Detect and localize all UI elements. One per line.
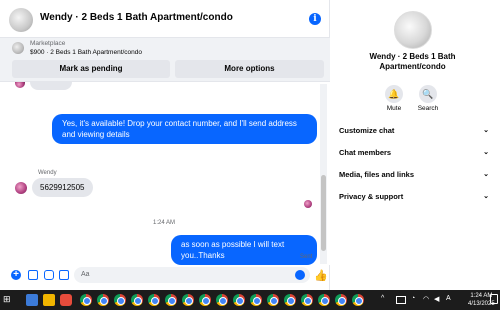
sent-status: Sent bbox=[300, 254, 313, 260]
menu-item-label: Privacy & support bbox=[339, 192, 404, 201]
chrome-icon[interactable] bbox=[233, 294, 245, 306]
mute-label: Mute bbox=[386, 105, 402, 112]
emoji-icon[interactable] bbox=[295, 270, 305, 280]
listing-thumbnail[interactable] bbox=[12, 42, 24, 54]
image-icon[interactable] bbox=[28, 270, 38, 280]
file-explorer-icon[interactable] bbox=[26, 294, 38, 306]
plus-icon[interactable]: + bbox=[11, 270, 21, 280]
avatar[interactable] bbox=[9, 8, 33, 32]
chrome-icon[interactable] bbox=[267, 294, 279, 306]
sticker-icon[interactable] bbox=[44, 270, 54, 280]
chrome-icon[interactable] bbox=[199, 294, 211, 306]
chrome-icon[interactable] bbox=[216, 294, 228, 306]
menu-item-label: Chat members bbox=[339, 148, 392, 157]
more-options-button[interactable]: More options bbox=[175, 60, 324, 78]
search-icon[interactable]: 🔍 bbox=[419, 85, 437, 103]
marketplace-label: Marketplace bbox=[30, 40, 66, 47]
chrome-icon[interactable] bbox=[114, 294, 126, 306]
chrome-icon[interactable] bbox=[318, 294, 330, 306]
bell-icon[interactable]: 🔔 bbox=[385, 85, 403, 103]
menu-item-media-files-links[interactable]: Media, files and links ⌄ bbox=[339, 168, 489, 182]
chrome-icon[interactable] bbox=[301, 294, 313, 306]
sender-name: Wendy bbox=[38, 170, 57, 176]
chevron-up-icon[interactable]: ^ bbox=[381, 295, 384, 302]
chrome-icon[interactable] bbox=[335, 294, 347, 306]
chevron-down-icon: ⌄ bbox=[483, 171, 489, 178]
chevron-down-icon: ⌄ bbox=[483, 127, 489, 134]
chrome-icon[interactable] bbox=[182, 294, 194, 306]
menu-item-privacy-support[interactable]: Privacy & support ⌄ bbox=[339, 190, 489, 204]
message-bubble-outgoing[interactable]: Yes, it's available! Drop your contact n… bbox=[52, 114, 317, 144]
gif-icon[interactable] bbox=[59, 270, 69, 280]
network-icon[interactable]: ◔ bbox=[411, 295, 415, 302]
menu-item-customize-chat[interactable]: Customize chat ⌄ bbox=[339, 124, 489, 138]
folder-icon[interactable] bbox=[43, 294, 55, 306]
message-bubble-outgoing[interactable]: as soon as possible I will text you..Tha… bbox=[171, 235, 317, 265]
chrome-icon[interactable] bbox=[80, 294, 92, 306]
app-icon[interactable] bbox=[60, 294, 72, 306]
like-icon[interactable]: 👍 bbox=[314, 269, 328, 282]
messenger-window: Wendy · 2 Beds 1 Bath Apartment/condo i … bbox=[0, 0, 500, 290]
notification-icon[interactable] bbox=[490, 294, 498, 304]
listing-summary[interactable]: $900 · 2 Beds 1 Bath Apartment/condo bbox=[30, 49, 142, 56]
read-receipt-avatar bbox=[304, 200, 312, 208]
info-icon[interactable]: i bbox=[309, 13, 321, 25]
mark-as-pending-button[interactable]: Mark as pending bbox=[12, 60, 170, 78]
chevron-down-icon: ⌄ bbox=[483, 193, 489, 200]
menu-item-label: Customize chat bbox=[339, 126, 395, 135]
chrome-icon[interactable] bbox=[352, 294, 364, 306]
menu-item-label: Media, files and links bbox=[339, 170, 415, 179]
conversation-avatar[interactable] bbox=[394, 11, 432, 49]
wifi-icon[interactable]: ◠ bbox=[423, 295, 429, 303]
conversation-title[interactable]: Wendy · 2 Beds 1 Bath Apartment/condo bbox=[40, 12, 233, 23]
language-icon[interactable]: A bbox=[446, 295, 451, 302]
menu-item-chat-members[interactable]: Chat members ⌄ bbox=[339, 146, 489, 160]
panel-title: Wendy · 2 Beds 1 Bath Apartment/condo bbox=[369, 52, 456, 71]
message-bubble-partial bbox=[30, 82, 72, 90]
battery-icon[interactable] bbox=[396, 296, 406, 304]
chrome-icon[interactable] bbox=[284, 294, 296, 306]
chrome-icon[interactable] bbox=[148, 294, 160, 306]
chrome-icon[interactable] bbox=[165, 294, 177, 306]
speaker-icon[interactable]: ◀ bbox=[434, 295, 439, 303]
chevron-down-icon: ⌄ bbox=[483, 149, 489, 156]
message-bubble-incoming[interactable]: 5629912505 bbox=[32, 178, 93, 197]
chrome-icon[interactable] bbox=[97, 294, 109, 306]
avatar[interactable] bbox=[15, 182, 27, 194]
message-timestamp: 1:24 AM bbox=[153, 220, 176, 226]
start-icon[interactable]: ⊞ bbox=[3, 294, 15, 306]
chrome-icon[interactable] bbox=[131, 294, 143, 306]
chrome-icon[interactable] bbox=[250, 294, 262, 306]
search-label: Search bbox=[417, 105, 439, 112]
scrollbar-thumb[interactable] bbox=[321, 175, 326, 251]
message-input[interactable]: Aa bbox=[74, 267, 310, 283]
